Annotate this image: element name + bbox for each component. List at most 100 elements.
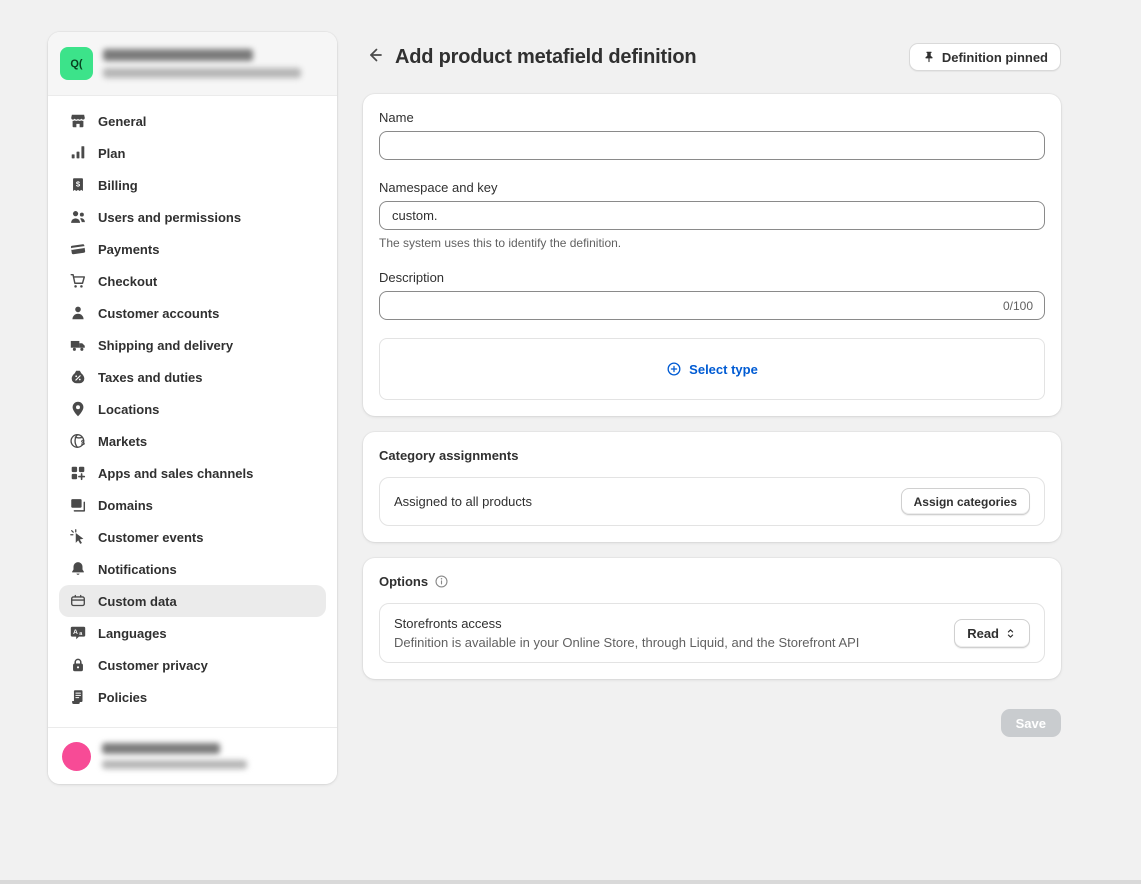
sidebar-item-custom-data[interactable]: Custom data [59, 585, 326, 617]
domains-icon [69, 496, 87, 514]
assign-categories-button[interactable]: Assign categories [901, 488, 1030, 515]
sidebar-item-customer-accounts[interactable]: Customer accounts [59, 297, 326, 329]
storefronts-access-row: Storefronts access Definition is availab… [379, 603, 1045, 663]
sidebar-item-label: Markets [98, 434, 147, 449]
sidebar-item-shipping-and-delivery[interactable]: Shipping and delivery [59, 329, 326, 361]
sidebar-item-label: Checkout [98, 274, 157, 289]
description-input[interactable] [379, 291, 1045, 320]
sidebar-item-plan[interactable]: Plan [59, 137, 326, 169]
billing-icon: $ [69, 176, 87, 194]
screen-bottom-edge [0, 880, 1141, 884]
access-level-select[interactable]: Read [954, 619, 1030, 648]
name-label: Name [379, 110, 1045, 125]
sidebar-item-label: Plan [98, 146, 125, 161]
namespace-helper-text: The system uses this to identify the def… [379, 236, 1045, 250]
sidebar-item-label: Policies [98, 690, 147, 705]
sidebar-item-payments[interactable]: Payments [59, 233, 326, 265]
sidebar-item-policies[interactable]: Policies [59, 681, 326, 713]
options-card: Options Storefronts access Definition is… [363, 558, 1061, 679]
definition-pinned-label: Definition pinned [942, 50, 1048, 65]
definition-form-card: Name Namespace and key The system uses t… [363, 94, 1061, 416]
pin-icon [922, 50, 936, 64]
sidebar-item-notifications[interactable]: Notifications [59, 553, 326, 585]
sidebar-item-label: Payments [98, 242, 159, 257]
namespace-label: Namespace and key [379, 180, 1045, 195]
category-assignments-row: Assigned to all products Assign categori… [379, 477, 1045, 526]
sidebar-item-users-and-permissions[interactable]: Users and permissions [59, 201, 326, 233]
sidebar-item-general[interactable]: General [59, 105, 326, 137]
options-title: Options [379, 574, 428, 589]
user-email-redacted [102, 760, 247, 769]
select-type-label: Select type [689, 362, 758, 377]
sidebar-item-label: Customer events [98, 530, 203, 545]
save-button[interactable]: Save [1001, 709, 1061, 737]
sidebar-item-label: Apps and sales channels [98, 466, 253, 481]
sidebar-item-billing[interactable]: $ Billing [59, 169, 326, 201]
sidebar-item-label: Customer privacy [98, 658, 208, 673]
storefronts-access-title: Storefronts access [394, 616, 859, 631]
sidebar-item-label: Shipping and delivery [98, 338, 233, 353]
lock-icon [69, 656, 87, 674]
name-input[interactable] [379, 131, 1045, 160]
category-assignments-card: Category assignments Assigned to all pro… [363, 432, 1061, 542]
sidebar-item-domains[interactable]: Domains [59, 489, 326, 521]
sidebar-item-label: Taxes and duties [98, 370, 203, 385]
sidebar-item-label: Locations [98, 402, 159, 417]
info-icon[interactable] [434, 574, 449, 589]
sidebar-item-customer-privacy[interactable]: Customer privacy [59, 649, 326, 681]
sidebar-item-label: Billing [98, 178, 138, 193]
sidebar-item-taxes-and-duties[interactable]: Taxes and duties [59, 361, 326, 393]
taxes-bag-icon [69, 368, 87, 386]
apps-grid-icon [69, 464, 87, 482]
user-name-redacted [102, 743, 220, 754]
globe-icon: $ [69, 432, 87, 450]
name-field-group: Name [379, 110, 1045, 160]
page-title: Add product metafield definition [395, 46, 696, 69]
custom-data-icon [69, 592, 87, 610]
sidebar-item-label: General [98, 114, 146, 129]
sidebar-item-locations[interactable]: Locations [59, 393, 326, 425]
back-button[interactable] [363, 45, 387, 69]
sidebar-item-label: Custom data [98, 594, 177, 609]
select-type-button[interactable]: Select type [666, 361, 758, 377]
arrow-left-icon [365, 45, 385, 70]
store-avatar: Q( [60, 47, 93, 80]
checkout-cart-icon [69, 272, 87, 290]
payments-card-icon [69, 240, 87, 258]
bell-icon [69, 560, 87, 578]
page-header: Add product metafield definition Definit… [363, 42, 1061, 72]
definition-pinned-button[interactable]: Definition pinned [909, 43, 1061, 71]
sidebar-item-markets[interactable]: $ Markets [59, 425, 326, 457]
category-assignments-title: Category assignments [379, 448, 1045, 463]
store-domain-redacted [103, 68, 301, 78]
person-icon [69, 304, 87, 322]
truck-icon [69, 336, 87, 354]
users-icon [69, 208, 87, 226]
access-select-value: Read [967, 626, 999, 641]
store-icon [69, 112, 87, 130]
sidebar-item-label: Domains [98, 498, 153, 513]
store-name-redacted [103, 49, 253, 61]
description-label: Description [379, 270, 1045, 285]
storefronts-access-description: Definition is available in your Online S… [394, 635, 859, 650]
svg-text:A: A [73, 629, 78, 636]
assigned-status-text: Assigned to all products [394, 494, 532, 509]
user-account-row[interactable] [48, 727, 337, 784]
sidebar-item-checkout[interactable]: Checkout [59, 265, 326, 297]
namespace-input[interactable] [379, 201, 1045, 230]
plus-circle-icon [666, 361, 682, 377]
namespace-field-group: Namespace and key The system uses this t… [379, 180, 1045, 250]
svg-text:$: $ [81, 438, 85, 447]
sidebar-item-apps-and-sales-channels[interactable]: Apps and sales channels [59, 457, 326, 489]
settings-nav: General Plan $ Billing Users and permiss… [48, 96, 337, 722]
store-meta [103, 49, 301, 78]
sidebar-item-customer-events[interactable]: Customer events [59, 521, 326, 553]
location-pin-icon [69, 400, 87, 418]
sidebar-item-label: Notifications [98, 562, 177, 577]
sidebar-item-label: Languages [98, 626, 167, 641]
plan-chart-icon [69, 144, 87, 162]
select-type-box: Select type [379, 338, 1045, 400]
store-header[interactable]: Q( [48, 32, 337, 96]
sidebar-item-label: Users and permissions [98, 210, 241, 225]
sidebar-item-languages[interactable]: Aa Languages [59, 617, 326, 649]
